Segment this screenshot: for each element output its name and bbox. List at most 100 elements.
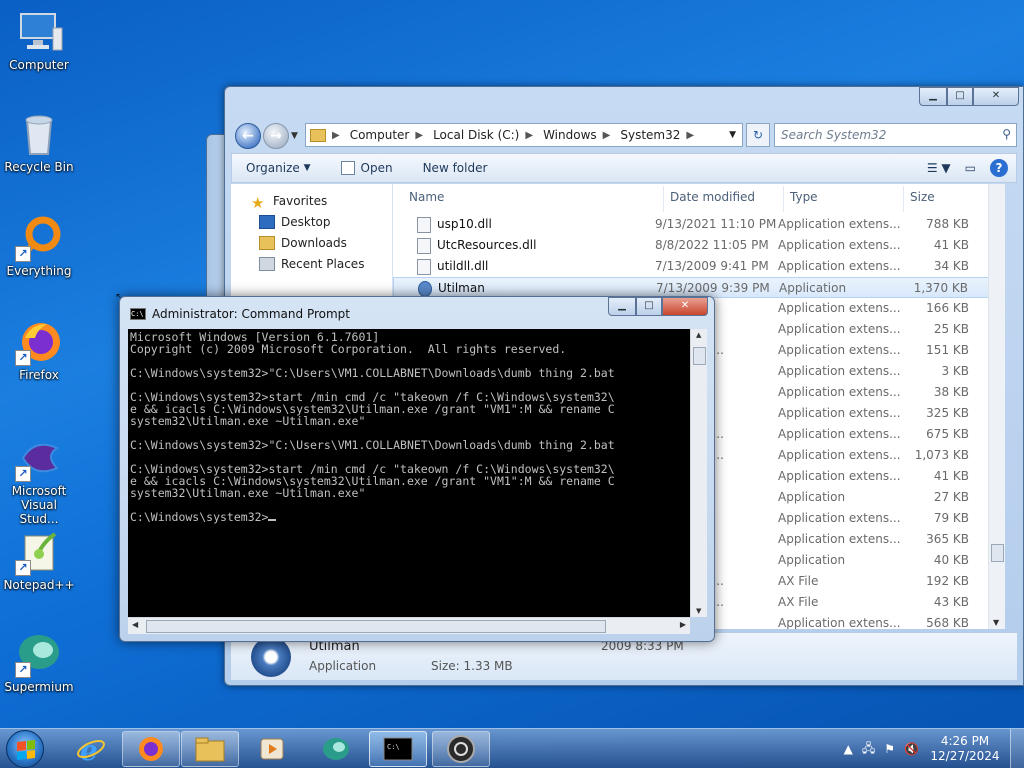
scrollbar-thumb[interactable] <box>146 620 606 633</box>
console-vertical-scrollbar[interactable]: ▲ ▼ <box>690 329 707 617</box>
preview-pane-icon[interactable]: ▭ <box>965 161 976 175</box>
nav-item-desktop[interactable]: Desktop <box>259 215 331 229</box>
console-horizontal-scrollbar[interactable]: ◀ ▶ <box>128 617 690 634</box>
network-icon[interactable]: 🖧 <box>862 739 875 760</box>
maximize-button[interactable]: □ <box>636 297 662 316</box>
console-line-text: system32\Utilman.exe ~Utilman.exe" <box>130 414 366 428</box>
taskbar-file-explorer[interactable] <box>181 731 239 767</box>
file-size: 27 KB <box>933 490 969 504</box>
desktop-icon-computer[interactable]: Computer <box>0 8 78 72</box>
desktop-icon-everything[interactable]: ↗ Everything <box>0 214 78 278</box>
column-header-date[interactable]: Date modified <box>670 188 755 212</box>
console-line-text: C:\Windows\system32>"C:\Users\VM1.COLLAB… <box>130 438 615 452</box>
minimize-button[interactable]: ▁ <box>608 297 636 316</box>
scrollbar-thumb[interactable] <box>693 347 706 365</box>
file-type: Application <box>778 553 846 567</box>
column-header-size[interactable]: Size <box>910 188 935 212</box>
volume-muted-icon[interactable]: 🔇 <box>904 742 919 756</box>
taskbar-supermium[interactable] <box>307 731 365 767</box>
command-prompt-window[interactable]: C:\ Administrator: Command Prompt ▁ □ ✕ … <box>119 296 715 642</box>
star-icon: ★ <box>251 194 265 212</box>
taskbar-internet-explorer[interactable]: e <box>62 731 120 767</box>
desktop-icon-supermium[interactable]: ↗ Supermium <box>0 630 78 694</box>
file-size: 25 KB <box>933 322 969 336</box>
column-divider[interactable] <box>663 186 664 212</box>
file-date: 8/8/2022 11:05 PM <box>655 238 769 252</box>
new-folder-label: New folder <box>422 161 488 175</box>
svg-text:C:\: C:\ <box>387 743 400 751</box>
back-button[interactable]: ← <box>235 123 261 149</box>
console-output[interactable]: Microsoft Windows [Version 6.1.7601] Copy… <box>128 329 690 617</box>
desktop-icon-firefox[interactable]: ↗ Firefox <box>0 318 78 382</box>
refresh-button[interactable]: ↻ <box>746 123 770 147</box>
desktop-icon-visual-studio[interactable]: ↗ Microsoft Visual Stud... <box>0 434 78 526</box>
view-options-icon[interactable]: ☰ ▼ <box>927 161 951 175</box>
file-size: 166 KB <box>926 301 969 315</box>
taskbar-app[interactable] <box>432 731 490 767</box>
table-row[interactable]: usp10.dll 9/13/2021 11:10 PM Application e… <box>393 214 993 235</box>
organize-button[interactable]: Organize ▼ <box>246 161 311 175</box>
file-type: Application extens... <box>778 532 901 546</box>
nav-item-downloads[interactable]: Downloads <box>259 236 347 250</box>
console-line: C:\Windows\system32> <box>130 511 688 523</box>
console-line-text: Copyright (c) 2009 Microsoft Corporation… <box>130 342 567 356</box>
nav-item-recent-places[interactable]: Recent Places <box>259 257 364 271</box>
clock[interactable]: 4:26 PM 12/27/2024 <box>928 734 1002 764</box>
visual-studio-icon: ↗ <box>15 434 63 482</box>
desktop-icon-notepad-plus-plus[interactable]: ↗ Notepad++ <box>0 528 78 592</box>
table-row[interactable]: UtcResources.dll 8/8/2022 11:05 PM Applica… <box>393 235 993 256</box>
minimize-button[interactable]: ▁ <box>919 87 947 106</box>
file-list-scrollbar[interactable]: ▼ <box>988 184 1005 629</box>
show-hidden-icons-icon[interactable]: ▲ <box>844 742 853 756</box>
maximize-button[interactable]: □ <box>947 87 973 106</box>
scroll-right-arrow-icon[interactable]: ▶ <box>680 620 686 629</box>
open-label: Open <box>360 161 393 175</box>
taskbar-media-player[interactable] <box>243 731 301 767</box>
start-button[interactable] <box>6 730 44 768</box>
close-button[interactable]: ✕ <box>662 297 708 316</box>
address-bar[interactable]: ▶ Computer ▶ Local Disk (C:) ▶ Windows ▶… <box>305 123 743 147</box>
breadcrumb-system32[interactable]: System32 <box>620 128 680 142</box>
close-button[interactable]: ✕ <box>973 87 1019 106</box>
table-row[interactable]: Utilman 7/13/2009 9:39 PM Application 1,370… <box>393 277 993 298</box>
show-desktop-button[interactable] <box>1010 729 1024 768</box>
cmd-title-bar[interactable]: C:\ Administrator: Command Prompt <box>130 307 350 321</box>
new-folder-button[interactable]: New folder <box>423 161 488 175</box>
taskbar-command-prompt[interactable]: C:\ <box>369 731 427 767</box>
desktop-icon-recycle-bin[interactable]: Recycle Bin <box>0 110 78 174</box>
shortcut-arrow-icon: ↗ <box>15 246 31 262</box>
column-divider[interactable] <box>903 186 904 212</box>
address-dropdown-icon[interactable]: ▼ <box>729 130 736 140</box>
scroll-up-arrow-icon[interactable]: ▲ <box>696 331 701 339</box>
console-line-text: C:\Windows\system32>"C:\Users\VM1.COLLAB… <box>130 366 615 380</box>
breadcrumb-computer[interactable]: Computer <box>350 128 410 142</box>
scroll-down-arrow-icon[interactable]: ▼ <box>993 618 999 627</box>
table-row[interactable]: utildll.dll 7/13/2009 9:41 PM Application … <box>393 256 993 277</box>
file-type: Application extens... <box>778 406 901 420</box>
console-line-text: C:\Windows\system32> <box>130 510 269 524</box>
breadcrumb-windows[interactable]: Windows <box>543 128 597 142</box>
column-divider[interactable] <box>783 186 784 212</box>
scroll-left-arrow-icon[interactable]: ◀ <box>132 620 138 629</box>
forward-button[interactable]: → <box>263 123 289 149</box>
breadcrumb-local-disk[interactable]: Local Disk (C:) <box>433 128 519 142</box>
nav-favorites[interactable]: ★ Favorites <box>251 194 327 212</box>
action-center-icon[interactable]: ⚑ <box>884 742 895 756</box>
dll-file-icon <box>417 216 431 233</box>
scrollbar-thumb[interactable] <box>991 544 1004 562</box>
open-button[interactable]: Open <box>340 161 393 175</box>
file-type: Application <box>778 490 846 504</box>
folder-icon <box>195 737 225 762</box>
file-size: 40 KB <box>933 553 969 567</box>
search-input[interactable]: Search System32 ⚲ <box>774 123 1017 147</box>
folder-icon <box>310 128 326 142</box>
scroll-down-arrow-icon[interactable]: ▼ <box>696 607 701 615</box>
column-header-type[interactable]: Type <box>790 188 818 212</box>
console-line: system32\Utilman.exe ~Utilman.exe" <box>130 487 688 499</box>
search-icon[interactable]: ⚲ <box>1002 127 1011 141</box>
open-icon <box>340 161 355 175</box>
recent-pages-dropdown[interactable]: ▼ <box>291 131 298 141</box>
help-icon[interactable]: ? <box>990 159 1008 177</box>
taskbar-firefox[interactable] <box>122 731 180 767</box>
column-header-name[interactable]: Name <box>409 188 444 212</box>
